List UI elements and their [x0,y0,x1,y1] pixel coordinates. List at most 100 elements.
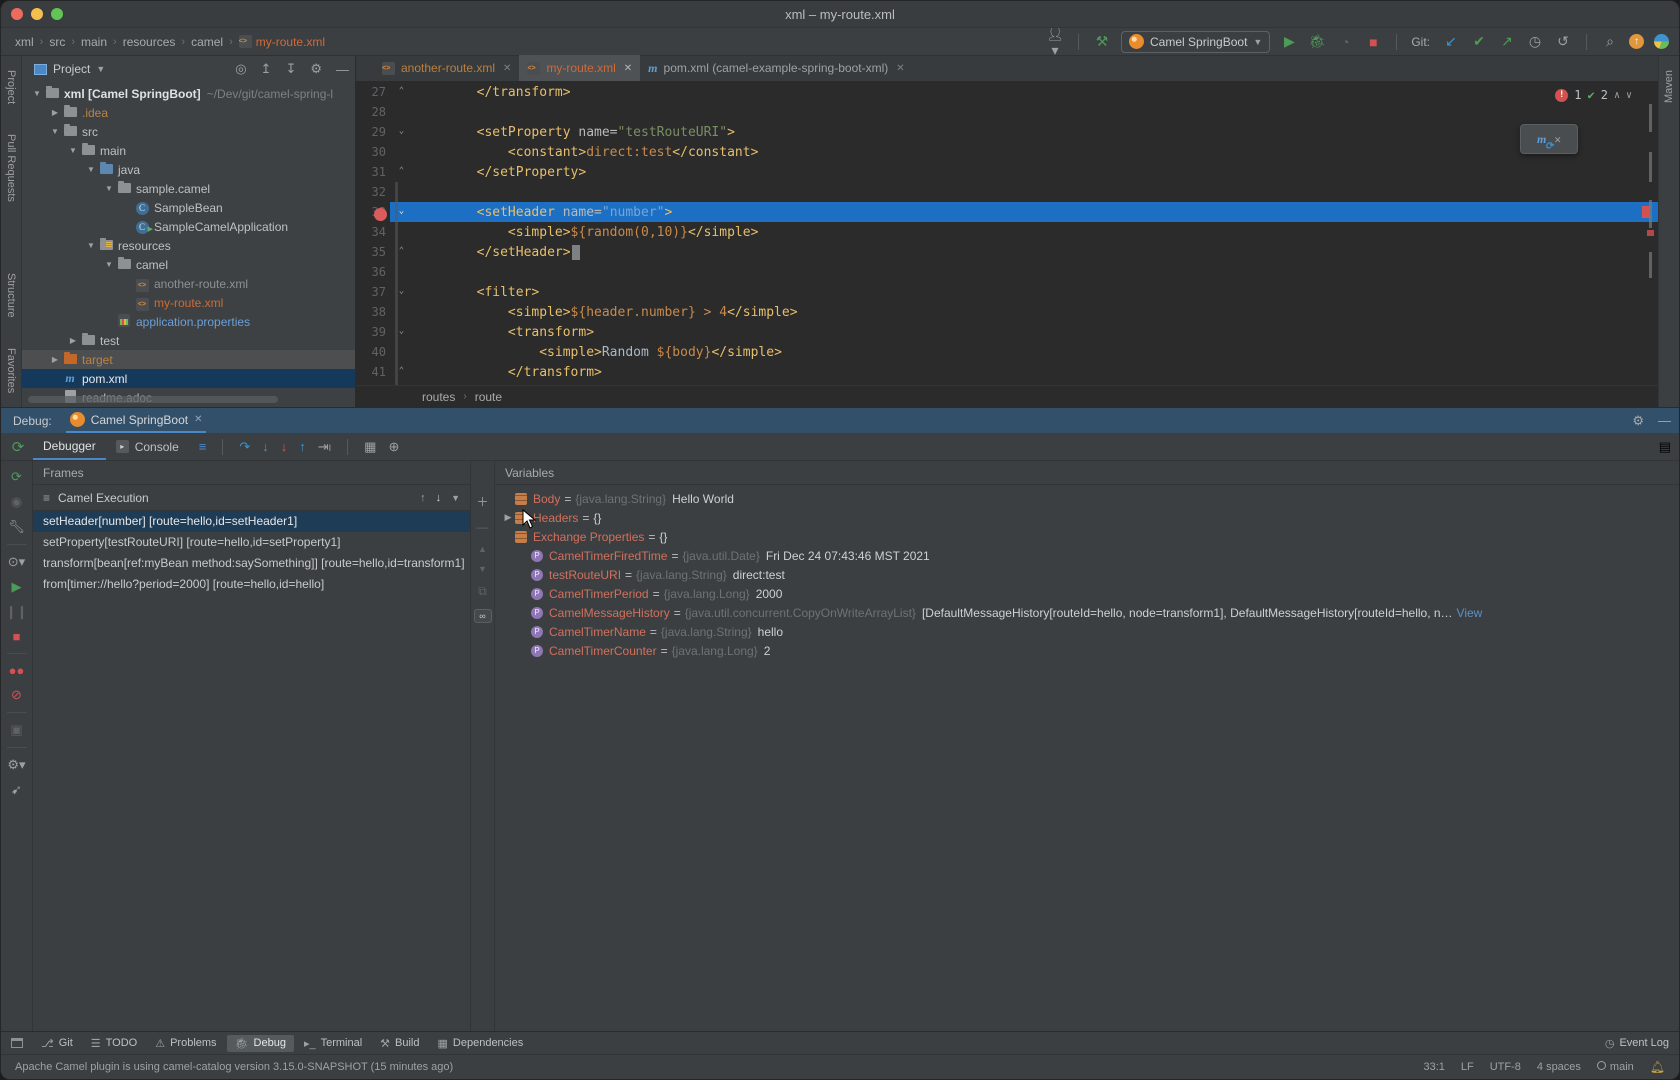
run-configuration-select[interactable]: Camel SpringBoot ▼ [1121,31,1270,53]
rerun-program-icon[interactable]: ⟳ [11,469,22,485]
minimize-window-button[interactable] [31,8,43,20]
remove-watch-icon[interactable]: — [477,520,489,534]
code-line[interactable]: 27⌃ </transform> [356,82,1658,102]
close-icon[interactable]: ✕ [896,63,904,74]
editor-tab[interactable]: mpom.xml (camel-example-spring-boot-xml)… [640,55,912,81]
horizontal-scrollbar[interactable] [28,396,278,403]
code-line[interactable]: 36 [356,262,1658,282]
toolwindow-button-dependencies[interactable]: ▦︎Dependencies [430,1035,532,1052]
status-item[interactable]: 4 spaces [1537,1061,1581,1073]
toolwindow-button-problems[interactable]: ⚠︎Problems [147,1035,224,1052]
step-over-icon[interactable]: ↷ [239,439,250,455]
tool-strip-label-project[interactable]: Project [5,62,17,112]
hide-debug-panel-icon[interactable]: — [1658,413,1671,428]
error-stripe-mark[interactable] [1647,230,1654,236]
pause-icon[interactable]: ❙❙ [6,604,28,620]
status-item[interactable]: LF [1461,1061,1474,1073]
tree-chevron-icon[interactable]: ▼ [66,146,80,155]
update-available-icon[interactable]: ↑ [1629,34,1644,49]
layout-settings-icon[interactable]: ▤ [1659,439,1671,455]
close-icon[interactable]: ✕ [1554,133,1561,146]
tree-item[interactable]: mpom.xml [22,369,355,388]
frame-up-icon[interactable]: ↑ [420,492,426,504]
thread-dropdown-icon[interactable]: ▼ [451,493,460,503]
tree-item[interactable]: ▶target [22,350,355,369]
view-breakpoints-icon[interactable]: ●● [9,663,25,678]
editor-breadcrumb-item[interactable]: routes [422,390,455,404]
close-icon[interactable]: ✕ [194,414,202,425]
breadcrumb-item[interactable]: src [49,35,65,49]
run-to-cursor-icon[interactable]: ⇥I [318,439,331,455]
threads-view-icon[interactable]: ≡ [199,439,207,454]
variable-chevron-icon[interactable]: ▶ [501,512,515,523]
code-line[interactable]: 29⌄ <setProperty name="testRouteURI"> [356,122,1658,142]
tree-item[interactable]: ▼main [22,141,355,160]
rerun-icon[interactable]: ⟳ [3,438,33,456]
mute-breakpoints-icon[interactable]: ⊘ [11,687,22,703]
step-out-icon[interactable]: ↑ [299,439,306,454]
zoom-window-button[interactable] [51,8,63,20]
tool-strip-label-pull-requests[interactable]: Pull Requests [5,126,17,210]
variable-row[interactable]: PCamelTimerFiredTime={java.util.Date}Fri… [495,546,1679,565]
code-line[interactable]: 38 <simple>${header.number} > 4</simple> [356,302,1658,322]
tree-item[interactable]: <>another-route.xml [22,274,355,293]
tree-item[interactable]: ▼resources [22,236,355,255]
tree-chevron-icon[interactable]: ▼ [102,260,116,269]
variable-row[interactable]: PtestRouteURI={java.lang.String}direct:t… [495,565,1679,584]
code-line[interactable]: 37⌄ <filter> [356,282,1658,302]
thread-selector[interactable]: ≡ Camel Execution ↑ ↓ ▼ [33,485,470,511]
editor-tab[interactable]: <>my-route.xml✕ [519,55,640,81]
tool-strip-label-structure[interactable]: Structure [5,265,17,326]
code-line[interactable]: 35⌃ </setHeader> [356,242,1658,262]
tree-item[interactable]: ▼java [22,160,355,179]
build-hammer-icon[interactable]: ⚒︎ [1093,33,1111,50]
status-item[interactable]: 33:1 [1423,1061,1444,1073]
code-line[interactable]: 32 [356,182,1658,202]
locate-file-icon[interactable]: ◎ [235,61,246,77]
resume-program-icon[interactable]: ▶ [12,579,22,595]
close-window-button[interactable] [11,8,23,20]
toolwindow-button-build[interactable]: ⚒︎Build [372,1035,427,1052]
show-watches-icon[interactable]: ∞ [474,609,492,623]
maven-reload-popup[interactable]: m⟳ ✕ [1520,124,1578,154]
tree-chevron-icon[interactable]: ▶ [48,355,62,364]
notification-icon[interactable]: 🔔︎ [1650,1060,1665,1074]
profiler-icon[interactable]: ◉ [11,494,22,510]
breakpoint-icon[interactable] [374,208,387,221]
close-icon[interactable]: ✕ [503,63,511,74]
tree-item[interactable]: ▼camel [22,255,355,274]
debug-gear-icon[interactable]: ⚙︎▾ [7,757,25,773]
collapse-all-icon[interactable]: ↧ [285,61,296,77]
move-up-icon[interactable]: ▲ [478,544,487,554]
pin-icon[interactable]: ➹ [11,782,22,798]
expand-all-icon[interactable]: ↥ [261,61,272,77]
code-line[interactable]: 30 <constant>direct:test</constant> [356,142,1658,162]
tree-chevron-icon[interactable]: ▼ [30,89,44,98]
stop-process-icon[interactable]: ■ [13,629,21,644]
undo-icon[interactable]: ↺ [1554,33,1572,50]
maven-reload-icon[interactable]: m⟳ [1537,132,1546,147]
user-profile-icon[interactable]: 👤︎▾ [1046,25,1064,59]
tool-strip-label-maven[interactable]: Maven [1663,62,1675,111]
plugin-ball-icon[interactable] [1654,34,1669,49]
frame-down-icon[interactable]: ↓ [436,492,442,504]
tree-chevron-icon[interactable]: ▼ [48,127,62,136]
variable-row[interactable]: PCamelTimerName={java.lang.String}hello [495,622,1679,641]
variable-row[interactable]: ▶Headers={} [495,508,1679,527]
tree-chevron-icon[interactable]: ▼ [84,241,98,250]
toolwindow-button-todo[interactable]: ☰︎TODO [83,1035,145,1052]
code-line[interactable]: 31⌃ </setProperty> [356,162,1658,182]
code-line[interactable]: 28 [356,102,1658,122]
frame-row[interactable]: setHeader[number] [route=hello,id=setHea… [33,511,470,532]
tab-console[interactable]: ▸ Console [106,433,189,460]
code-line[interactable]: 39⌄ <transform> [356,322,1658,342]
breadcrumb-item[interactable]: xml [15,35,34,49]
editor-tab[interactable]: <>another-route.xml✕ [374,55,519,81]
tree-item[interactable]: ▶.idea [22,103,355,122]
toolwindow-button-debug[interactable]: 🐞︎Debug [227,1035,294,1052]
coverage-button[interactable]: ◔ [1336,34,1354,50]
fold-marker-icon[interactable]: ⌃ [396,166,407,177]
close-icon[interactable]: ✕ [624,63,632,74]
tool-strip-label-favorites[interactable]: Favorites [5,340,17,401]
tree-item[interactable]: ▼xml [Camel SpringBoot]~/Dev/git/camel-s… [22,84,355,103]
